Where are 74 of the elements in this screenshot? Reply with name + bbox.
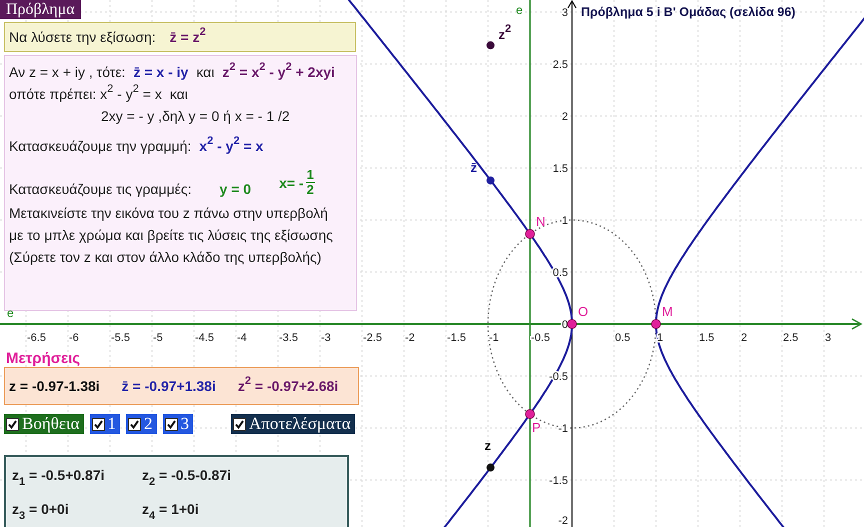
point-marker[interactable]	[486, 176, 495, 184]
point-label: z	[484, 438, 492, 453]
help-text: οπότε πρέπει: x$^{2}$ - y$^{2}$ = x	[9, 86, 162, 102]
help-text: Κατασκευάζουμε την γραμμή:	[9, 138, 192, 154]
help-text: Μετακινείστε την εικόνα του z πάνω στην υπερβολή	[9, 205, 328, 221]
axis-tick-label: 2.5	[552, 59, 568, 71]
formula-text: z̄ = x - iy	[133, 64, 188, 80]
formula-text: z̄ = z$^{2}$	[170, 29, 206, 45]
point-label: O	[578, 304, 588, 319]
help-text: με το μπλε χρώμα και βρείτε τις λύσεις της εξίσωσης	[9, 227, 333, 243]
help-text: Αν z = x + iy , τότε:	[9, 64, 126, 80]
graph-title: Πρόβλημα 5 i Β' Ομάδας (σελίδα 96)	[581, 5, 796, 19]
checkbox[interactable]: Αποτελέσματα	[231, 414, 355, 434]
axis-tick-label: -4.5	[195, 332, 214, 344]
axis-tick-label: -0.5	[531, 332, 550, 344]
line-label: e	[7, 306, 14, 320]
checkbox[interactable]: 1	[90, 414, 120, 434]
point-label: z̄	[470, 160, 478, 176]
axis-tick-label: -1	[489, 332, 499, 344]
task-text: Να λύσετε την εξίσωση:	[9, 29, 156, 45]
axis-tick-label: 3	[562, 7, 568, 19]
axis-tick-label: 1.5	[552, 163, 568, 175]
axis-tick-label: -1.5	[549, 475, 568, 487]
help-text: 2xy = - y ,δηλ y = 0 ή x = - 1 /2	[101, 108, 290, 124]
line-label: e	[516, 3, 523, 17]
point-marker[interactable]	[651, 319, 661, 329]
point-marker[interactable]	[525, 229, 535, 239]
axis-tick-label: -4	[237, 332, 247, 344]
result-text: z$_{3}$ = 0+0i	[12, 501, 70, 523]
checkbox[interactable]: 3	[162, 414, 193, 434]
point-marker[interactable]	[567, 319, 577, 329]
axis-tick-label: 1.5	[699, 332, 714, 344]
axis-tick-label: -1	[558, 423, 568, 435]
axis-tick-label: 2	[741, 332, 748, 344]
help-text: Κατασκευάζουμε τις γραμμές:	[9, 181, 192, 197]
axis-tick-label: -5	[153, 332, 163, 344]
axis-tick-label: -5.5	[111, 332, 130, 344]
fraction-denominator: 2	[306, 183, 314, 197]
axis-tick-label: -1.5	[447, 332, 466, 344]
axis-tick-label: -2	[405, 332, 415, 344]
checkbox[interactable]: Βοήθεια	[4, 414, 84, 434]
point-marker[interactable]	[486, 464, 495, 472]
axis-tick-label: 2	[562, 111, 568, 123]
formula-text: z̄ = -0.97+1.38i	[122, 378, 216, 394]
result-text: z$_{2}$ = -0.5-0.87i	[142, 467, 232, 489]
formula-text: y = 0	[220, 181, 252, 197]
fraction-numerator: 1	[306, 168, 315, 183]
axis-tick-label: 3	[825, 332, 832, 344]
point-label: P	[532, 420, 541, 436]
formula-text: z$^{2}$ = -0.97+2.68i	[238, 378, 338, 394]
point-marker[interactable]	[525, 409, 535, 419]
axis-tick-label: -6.5	[27, 332, 46, 344]
help-text: και	[196, 64, 214, 80]
axis-tick-label: 0.5	[615, 332, 630, 344]
axis-tick-label: -2	[558, 515, 568, 527]
help-text: (Σύρετε τον z και στον άλλο κλάδο της υπερβολής)	[9, 249, 322, 265]
result-text: z$_{4}$ = 1+0i	[142, 501, 200, 523]
axis-tick-label: -3	[321, 332, 331, 344]
axis-tick-label: -2.5	[363, 332, 382, 344]
formula-text: z$^{2}$ = x$^{2}$ - y$^{2}$ + 2xyi	[222, 64, 335, 80]
point-label: N	[536, 214, 546, 229]
result-text: z$_{1}$ = -0.5+0.87i	[12, 467, 106, 489]
axis-tick-label: 2.5	[783, 332, 798, 344]
formula-text: x$^{2}$ - y$^{2}$ = x	[199, 138, 264, 154]
axis-tick-label: -3.5	[279, 332, 298, 344]
measurements-title: Μετρήσεις	[6, 350, 80, 367]
axis-tick-label: -6	[69, 332, 79, 344]
formula-text: x= -	[279, 174, 304, 190]
point-label: M	[662, 304, 673, 319]
point-marker[interactable]	[486, 41, 495, 50]
help-text: και	[170, 86, 188, 102]
checkbox[interactable]: 2	[126, 414, 156, 434]
measurement-text: z = -0.97-1.38i	[9, 378, 100, 394]
axis-tick-label: 1	[562, 215, 568, 227]
